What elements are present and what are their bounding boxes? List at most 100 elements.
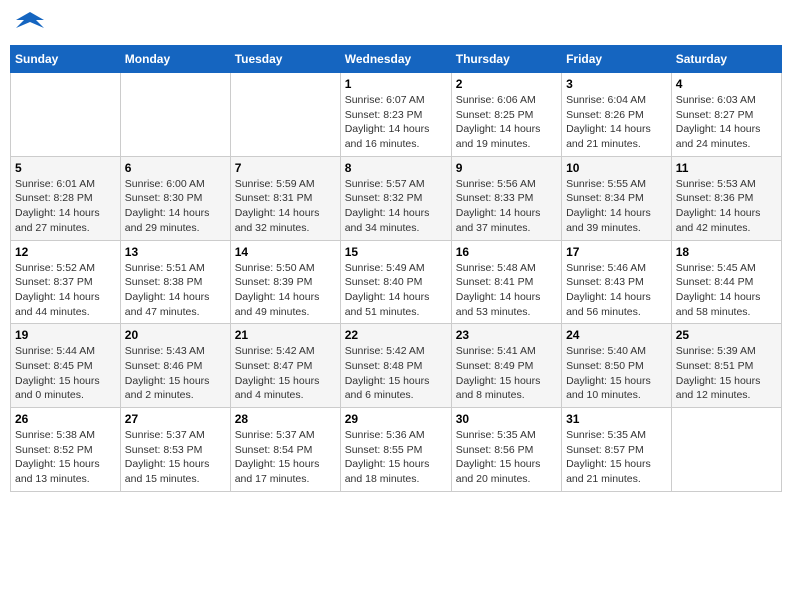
day-info: Sunrise: 5:56 AM Sunset: 8:33 PM Dayligh… [456, 177, 557, 236]
calendar-cell: 15 Sunrise: 5:49 AM Sunset: 8:40 PM Dayli… [340, 240, 451, 324]
calendar-cell: 18 Sunrise: 5:45 AM Sunset: 8:44 PM Dayli… [671, 240, 781, 324]
calendar-cell: 11 Sunrise: 5:53 AM Sunset: 8:36 PM Dayli… [671, 156, 781, 240]
calendar-cell: 26 Sunrise: 5:38 AM Sunset: 8:52 PM Dayli… [11, 408, 121, 492]
calendar-cell: 12 Sunrise: 5:52 AM Sunset: 8:37 PM Dayli… [11, 240, 121, 324]
day-number: 30 [456, 412, 557, 426]
calendar-cell: 13Sunrise: 5:51 AM Sunset: 8:38 PM Dayli… [120, 240, 230, 324]
day-info: Sunrise: 5:53 AM Sunset: 8:36 PM Dayligh… [676, 177, 777, 236]
day-info: Sunrise: 5:50 AM Sunset: 8:39 PM Dayligh… [235, 261, 336, 320]
day-number: 8 [345, 161, 447, 175]
day-info: Sunrise: 5:51 AM Sunset: 8:38 PM Dayligh… [125, 261, 226, 320]
calendar-cell: 6 Sunrise: 6:00 AM Sunset: 8:30 PM Daylig… [120, 156, 230, 240]
day-info: Sunrise: 5:49 AM Sunset: 8:40 PM Dayligh… [345, 261, 447, 320]
day-number: 17 [566, 245, 667, 259]
day-number: 9 [456, 161, 557, 175]
day-number: 25 [676, 328, 777, 342]
calendar-cell: 10 Sunrise: 5:55 AM Sunset: 8:34 PM Dayli… [562, 156, 672, 240]
calendar-cell: 25 Sunrise: 5:39 AM Sunset: 8:51 PM Dayli… [671, 324, 781, 408]
calendar-cell: 27 Sunrise: 5:37 AM Sunset: 8:53 PM Dayli… [120, 408, 230, 492]
calendar-cell: 30 Sunrise: 5:35 AM Sunset: 8:56 PM Dayli… [451, 408, 561, 492]
day-number: 18 [676, 245, 777, 259]
calendar-week-row: 19 Sunrise: 5:44 AM Sunset: 8:45 PM Dayli… [11, 324, 782, 408]
day-info: Sunrise: 5:41 AM Sunset: 8:49 PM Dayligh… [456, 344, 557, 403]
day-info: Sunrise: 5:35 AM Sunset: 8:57 PM Dayligh… [566, 428, 667, 487]
day-number: 4 [676, 77, 777, 91]
calendar-cell: 16 Sunrise: 5:48 AM Sunset: 8:41 PM Dayli… [451, 240, 561, 324]
day-number: 10 [566, 161, 667, 175]
calendar-cell: 3 Sunrise: 6:04 AM Sunset: 8:26 PM Daylig… [562, 73, 672, 157]
day-info: Sunrise: 5:37 AM Sunset: 8:53 PM Dayligh… [125, 428, 226, 487]
calendar-cell: 21 Sunrise: 5:42 AM Sunset: 8:47 PM Dayli… [230, 324, 340, 408]
day-info: Sunrise: 5:38 AM Sunset: 8:52 PM Dayligh… [15, 428, 116, 487]
day-number: 2 [456, 77, 557, 91]
calendar-cell: 24Sunrise: 5:40 AM Sunset: 8:50 PM Dayli… [562, 324, 672, 408]
day-info: Sunrise: 5:45 AM Sunset: 8:44 PM Dayligh… [676, 261, 777, 320]
day-info: Sunrise: 6:04 AM Sunset: 8:26 PM Dayligh… [566, 93, 667, 152]
day-number: 23 [456, 328, 557, 342]
day-info: Sunrise: 5:57 AM Sunset: 8:32 PM Dayligh… [345, 177, 447, 236]
day-number: 21 [235, 328, 336, 342]
calendar-cell: 4Sunrise: 6:03 AM Sunset: 8:27 PM Daylig… [671, 73, 781, 157]
day-info: Sunrise: 5:44 AM Sunset: 8:45 PM Dayligh… [15, 344, 116, 403]
calendar-cell [11, 73, 121, 157]
day-header-thursday: Thursday [451, 46, 561, 73]
day-number: 5 [15, 161, 116, 175]
day-number: 24 [566, 328, 667, 342]
day-number: 19 [15, 328, 116, 342]
day-number: 15 [345, 245, 447, 259]
day-info: Sunrise: 6:00 AM Sunset: 8:30 PM Dayligh… [125, 177, 226, 236]
calendar-cell: 17 Sunrise: 5:46 AM Sunset: 8:43 PM Dayli… [562, 240, 672, 324]
calendar-cell: 28 Sunrise: 5:37 AM Sunset: 8:54 PM Dayli… [230, 408, 340, 492]
calendar-cell: 29 Sunrise: 5:36 AM Sunset: 8:55 PM Dayli… [340, 408, 451, 492]
day-number: 11 [676, 161, 777, 175]
calendar-cell: 20Sunrise: 5:43 AM Sunset: 8:46 PM Dayli… [120, 324, 230, 408]
calendar-cell [230, 73, 340, 157]
calendar-cell: 9 Sunrise: 5:56 AM Sunset: 8:33 PM Daylig… [451, 156, 561, 240]
day-info: Sunrise: 5:35 AM Sunset: 8:56 PM Dayligh… [456, 428, 557, 487]
day-info: Sunrise: 5:55 AM Sunset: 8:34 PM Dayligh… [566, 177, 667, 236]
day-info: Sunrise: 5:48 AM Sunset: 8:41 PM Dayligh… [456, 261, 557, 320]
day-number: 1 [345, 77, 447, 91]
calendar-cell [120, 73, 230, 157]
calendar-cell: 23 Sunrise: 5:41 AM Sunset: 8:49 PM Dayli… [451, 324, 561, 408]
day-info: Sunrise: 5:37 AM Sunset: 8:54 PM Dayligh… [235, 428, 336, 487]
day-info: Sunrise: 6:01 AM Sunset: 8:28 PM Dayligh… [15, 177, 116, 236]
calendar-cell: 2 Sunrise: 6:06 AM Sunset: 8:25 PM Daylig… [451, 73, 561, 157]
day-info: Sunrise: 5:42 AM Sunset: 8:47 PM Dayligh… [235, 344, 336, 403]
day-info: Sunrise: 5:39 AM Sunset: 8:51 PM Dayligh… [676, 344, 777, 403]
logo-bird-icon [16, 10, 44, 32]
calendar-cell: 19 Sunrise: 5:44 AM Sunset: 8:45 PM Dayli… [11, 324, 121, 408]
day-number: 31 [566, 412, 667, 426]
day-number: 16 [456, 245, 557, 259]
calendar-week-row: 5 Sunrise: 6:01 AM Sunset: 8:28 PM Daylig… [11, 156, 782, 240]
day-info: Sunrise: 5:42 AM Sunset: 8:48 PM Dayligh… [345, 344, 447, 403]
day-info: Sunrise: 5:46 AM Sunset: 8:43 PM Dayligh… [566, 261, 667, 320]
day-info: Sunrise: 5:36 AM Sunset: 8:55 PM Dayligh… [345, 428, 447, 487]
calendar-cell: 7Sunrise: 5:59 AM Sunset: 8:31 PM Daylig… [230, 156, 340, 240]
day-number: 14 [235, 245, 336, 259]
day-header-saturday: Saturday [671, 46, 781, 73]
calendar-table: SundayMondayTuesdayWednesdayThursdayFrid… [10, 45, 782, 492]
calendar-cell: 1Sunrise: 6:07 AM Sunset: 8:23 PM Daylig… [340, 73, 451, 157]
calendar-header-row: SundayMondayTuesdayWednesdayThursdayFrid… [11, 46, 782, 73]
logo [14, 10, 46, 37]
day-info: Sunrise: 5:52 AM Sunset: 8:37 PM Dayligh… [15, 261, 116, 320]
calendar-cell: 14 Sunrise: 5:50 AM Sunset: 8:39 PM Dayli… [230, 240, 340, 324]
calendar-cell: 5 Sunrise: 6:01 AM Sunset: 8:28 PM Daylig… [11, 156, 121, 240]
day-number: 28 [235, 412, 336, 426]
calendar-cell: 31 Sunrise: 5:35 AM Sunset: 8:57 PM Dayli… [562, 408, 672, 492]
calendar-cell [671, 408, 781, 492]
day-number: 6 [125, 161, 226, 175]
day-header-friday: Friday [562, 46, 672, 73]
day-info: Sunrise: 6:06 AM Sunset: 8:25 PM Dayligh… [456, 93, 557, 152]
day-number: 12 [15, 245, 116, 259]
calendar-cell: 8 Sunrise: 5:57 AM Sunset: 8:32 PM Daylig… [340, 156, 451, 240]
day-header-sunday: Sunday [11, 46, 121, 73]
calendar-week-row: 12 Sunrise: 5:52 AM Sunset: 8:37 PM Dayli… [11, 240, 782, 324]
day-number: 27 [125, 412, 226, 426]
day-number: 29 [345, 412, 447, 426]
day-header-tuesday: Tuesday [230, 46, 340, 73]
day-number: 3 [566, 77, 667, 91]
calendar-week-row: 26 Sunrise: 5:38 AM Sunset: 8:52 PM Dayli… [11, 408, 782, 492]
day-number: 26 [15, 412, 116, 426]
